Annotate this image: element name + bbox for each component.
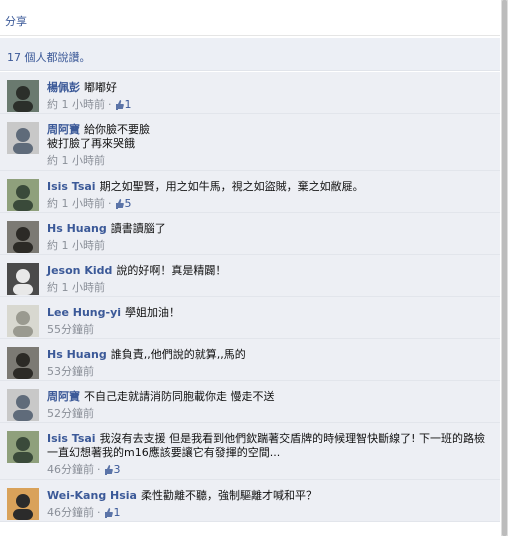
comment-timestamp[interactable]: 52分鐘前 bbox=[47, 407, 94, 421]
avatar[interactable] bbox=[7, 80, 39, 112]
comment-author[interactable]: Wei-Kang Hsia bbox=[47, 489, 137, 502]
comment-body: 楊佩彭 嘟嘟好約 1 小時前 · 1 bbox=[47, 81, 492, 112]
comment-text: 說的好啊！真是精闢！ bbox=[116, 264, 227, 277]
thumbs-up-icon[interactable] bbox=[104, 508, 113, 518]
comment-timestamp[interactable]: 約 1 小時前 bbox=[47, 154, 105, 168]
comment-list: 楊佩彭 嘟嘟好約 1 小時前 · 1 周阿寶 給你臉不要臉 被打臉了再來哭餓約 1 小時前… bbox=[0, 72, 500, 522]
comment-text: 學姐加油！ bbox=[125, 306, 181, 319]
comment-timestamp[interactable]: 約 1 小時前 bbox=[47, 281, 105, 295]
comment-item: Isis Tsai 我沒有去支援 但是我看到他們欽踹著交盾牌的時候理智快斷線了! … bbox=[0, 423, 500, 480]
comment-body: Hs Huang 誰負責,,他們說的就算,,馬的 53分鐘前 bbox=[47, 348, 492, 379]
comment-body: Hs Huang 讀書讀腦了約 1 小時前 bbox=[47, 222, 492, 253]
comment-author[interactable]: 周阿寶 bbox=[47, 123, 80, 136]
comment-meta: 52分鐘前 bbox=[47, 407, 492, 421]
like-count[interactable]: 5 bbox=[125, 197, 132, 211]
comment-item: 周阿寶 不自己走就請消防同胞載你走 慢走不送 52分鐘前 bbox=[0, 381, 500, 423]
likes-summary-link[interactable]: 17 個人都說讚。 bbox=[7, 51, 91, 64]
comment-author[interactable]: Lee Hung-yi bbox=[47, 306, 121, 319]
comment-body: Isis Tsai 期之如聖賢，用之如牛馬，視之如盜賊，棄之如敝屣。約 1 小時前… bbox=[47, 180, 492, 211]
comment-text: 期之如聖賢，用之如牛馬，視之如盜賊，棄之如敝屣。 bbox=[99, 180, 364, 193]
comment-timestamp[interactable]: 55分鐘前 bbox=[47, 323, 94, 337]
comment-text: 嘟嘟好 bbox=[84, 81, 117, 94]
comment-item: Jeson Kidd 說的好啊！真是精闢！ 約 1 小時前 bbox=[0, 255, 500, 297]
avatar[interactable] bbox=[7, 431, 39, 463]
comment-body: 周阿寶 不自己走就請消防同胞載你走 慢走不送 52分鐘前 bbox=[47, 390, 492, 421]
comment-timestamp[interactable]: 約 1 小時前 bbox=[47, 197, 105, 211]
comment-meta: 約 1 小時前 · 5 bbox=[47, 197, 492, 211]
like-count[interactable]: 1 bbox=[114, 506, 121, 520]
comment-body: Isis Tsai 我沒有去支援 但是我看到他們欽踹著交盾牌的時候理智快斷線了! … bbox=[47, 432, 492, 477]
scrollbar-thumb[interactable] bbox=[502, 0, 507, 536]
comment-meta: 46分鐘前 · 1 bbox=[47, 506, 492, 520]
scrollbar[interactable] bbox=[501, 0, 508, 536]
like-count[interactable]: 1 bbox=[125, 98, 132, 112]
thumbs-up-icon[interactable] bbox=[115, 199, 124, 209]
comment-meta: 約 1 小時前 bbox=[47, 239, 492, 253]
comment-item: Wei-Kang Hsia 柔性勸離不聽，強制驅離才喊和平？ 46分鐘前 · 1 bbox=[0, 480, 500, 522]
thumbs-up-icon[interactable] bbox=[115, 100, 124, 110]
avatar[interactable] bbox=[7, 122, 39, 154]
comment-meta: 46分鐘前 · 3 bbox=[47, 463, 492, 477]
comment-meta: 約 1 小時前 bbox=[47, 281, 492, 295]
separator-dot: · bbox=[97, 506, 101, 519]
comment-author[interactable]: Isis Tsai bbox=[47, 432, 96, 445]
comment-body: Jeson Kidd 說的好啊！真是精闢！ 約 1 小時前 bbox=[47, 264, 492, 295]
comment-meta: 約 1 小時前 · 1 bbox=[47, 98, 492, 112]
comment-item: 周阿寶 給你臉不要臉 被打臉了再來哭餓約 1 小時前 bbox=[0, 114, 500, 171]
comment-text: 我沒有去支援 但是我看到他們欽踹著交盾牌的時候理智快斷線了! 下一班的路檢一直幻… bbox=[47, 432, 485, 459]
like-count[interactable]: 3 bbox=[114, 463, 121, 477]
comment-item: Isis Tsai 期之如聖賢，用之如牛馬，視之如盜賊，棄之如敝屣。約 1 小時前… bbox=[0, 171, 500, 213]
comment-item: Hs Huang 誰負責,,他們說的就算,,馬的 53分鐘前 bbox=[0, 339, 500, 381]
comment-author[interactable]: 楊佩彭 bbox=[47, 81, 80, 94]
comment-author[interactable]: 周阿寶 bbox=[47, 390, 80, 403]
avatar[interactable] bbox=[7, 263, 39, 295]
comment-timestamp[interactable]: 約 1 小時前 bbox=[47, 239, 105, 253]
comment-meta: 55分鐘前 bbox=[47, 323, 492, 337]
comment-timestamp[interactable]: 46分鐘前 bbox=[47, 463, 94, 477]
comment-text: 不自己走就請消防同胞載你走 慢走不送 bbox=[84, 390, 275, 403]
comment-item: Lee Hung-yi 學姐加油！ 55分鐘前 bbox=[0, 297, 500, 339]
comment-meta: 約 1 小時前 bbox=[47, 154, 492, 168]
avatar[interactable] bbox=[7, 488, 39, 520]
comment-author[interactable]: Hs Huang bbox=[47, 222, 107, 235]
separator-dot: · bbox=[97, 463, 101, 476]
comment-author[interactable]: Jeson Kidd bbox=[47, 264, 112, 277]
avatar[interactable] bbox=[7, 221, 39, 253]
comment-timestamp[interactable]: 53分鐘前 bbox=[47, 365, 94, 379]
comment-text: 讀書讀腦了 bbox=[110, 222, 166, 235]
thumbs-up-icon[interactable] bbox=[104, 465, 113, 475]
separator-dot: · bbox=[108, 98, 112, 111]
share-row: 分享 bbox=[0, 0, 500, 36]
avatar[interactable] bbox=[7, 179, 39, 211]
comment-author[interactable]: Hs Huang bbox=[47, 348, 107, 361]
comment-item: 楊佩彭 嘟嘟好約 1 小時前 · 1 bbox=[0, 72, 500, 114]
avatar[interactable] bbox=[7, 347, 39, 379]
avatar[interactable] bbox=[7, 305, 39, 337]
comment-meta: 53分鐘前 bbox=[47, 365, 492, 379]
avatar[interactable] bbox=[7, 389, 39, 421]
comment-body: 周阿寶 給你臉不要臉 被打臉了再來哭餓約 1 小時前 bbox=[47, 123, 492, 168]
comment-text: 柔性勸離不聽，強制驅離才喊和平？ bbox=[140, 489, 317, 502]
comment-body: Lee Hung-yi 學姐加油！ 55分鐘前 bbox=[47, 306, 492, 337]
share-link[interactable]: 分享 bbox=[5, 15, 27, 28]
comment-timestamp[interactable]: 約 1 小時前 bbox=[47, 98, 105, 112]
comment-author[interactable]: Isis Tsai bbox=[47, 180, 96, 193]
comment-text: 誰負責,,他們說的就算,,馬的 bbox=[110, 348, 246, 361]
likes-summary-row: 17 個人都說讚。 bbox=[0, 38, 500, 71]
comment-item: Hs Huang 讀書讀腦了約 1 小時前 bbox=[0, 213, 500, 255]
comment-timestamp[interactable]: 46分鐘前 bbox=[47, 506, 94, 520]
comment-body: Wei-Kang Hsia 柔性勸離不聽，強制驅離才喊和平？ 46分鐘前 · 1 bbox=[47, 489, 492, 520]
separator-dot: · bbox=[108, 197, 112, 210]
